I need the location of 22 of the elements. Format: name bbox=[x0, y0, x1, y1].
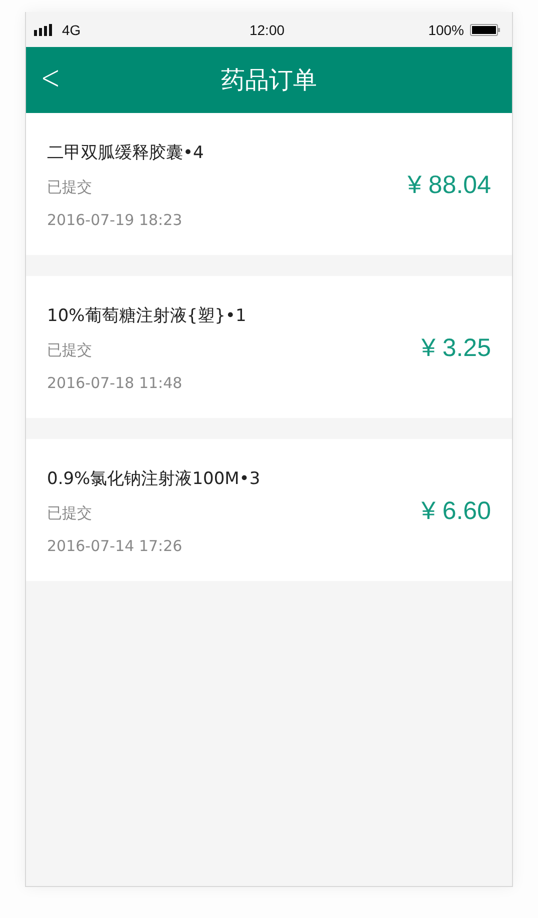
battery-icon bbox=[470, 24, 500, 36]
order-status: 已提交 bbox=[47, 178, 93, 197]
page-title: 药品订单 bbox=[221, 65, 317, 96]
back-button[interactable]: < bbox=[32, 58, 60, 102]
signal-icon bbox=[34, 24, 54, 36]
order-card[interactable]: 二甲双胍缓释胶囊•4 已提交 2016-07-19 18:23 ¥ 88.04 bbox=[26, 113, 512, 255]
network-label: 4G bbox=[62, 22, 81, 38]
clock: 12:00 bbox=[249, 22, 285, 38]
drug-name: 0.9%氯化钠注射液100M•3 bbox=[47, 468, 262, 490]
battery-percent: 100% bbox=[428, 22, 464, 38]
drug-name: 二甲双胍缓释胶囊•4 bbox=[47, 142, 205, 164]
order-date: 2016-07-19 18:23 bbox=[47, 211, 184, 229]
order-card[interactable]: 10%葡萄糖注射液{塑}•1 已提交 2016-07-18 11:48 ¥ 3.25 bbox=[26, 276, 512, 418]
order-status: 已提交 bbox=[47, 504, 93, 523]
order-date: 2016-07-18 11:48 bbox=[47, 374, 184, 392]
order-price: ¥ 6.60 bbox=[421, 496, 491, 526]
order-price: ¥ 88.04 bbox=[408, 170, 491, 200]
order-price: ¥ 3.25 bbox=[421, 334, 491, 362]
order-card[interactable]: 0.9%氯化钠注射液100M•3 已提交 2016-07-14 17:26 ¥ 6.60 bbox=[26, 439, 512, 581]
drug-name: 10%葡萄糖注射液{塑}•1 bbox=[47, 305, 248, 327]
order-date: 2016-07-14 17:26 bbox=[47, 537, 184, 555]
order-status: 已提交 bbox=[47, 341, 93, 360]
